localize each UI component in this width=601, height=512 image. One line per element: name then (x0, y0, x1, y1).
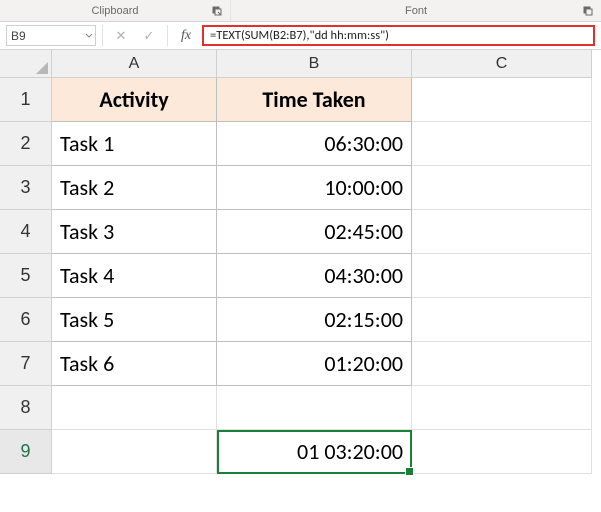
cell-B7[interactable]: 01:20:00 (217, 342, 412, 386)
cell-A8[interactable] (52, 386, 217, 430)
cell-B2[interactable]: 06:30:00 (217, 122, 412, 166)
cell-A2[interactable]: Task 1 (52, 122, 217, 166)
cell-C9[interactable] (412, 430, 592, 474)
cell-C4[interactable] (412, 210, 592, 254)
cell-C5[interactable] (412, 254, 592, 298)
cell-B6[interactable]: 02:15:00 (217, 298, 412, 342)
row-header-4[interactable]: 4 (0, 210, 52, 254)
cell-A3[interactable]: Task 2 (52, 166, 217, 210)
column-headers: A B C (0, 50, 601, 78)
cells-container: Activity Time Taken Task 1 06:30:00 Task… (52, 78, 592, 474)
check-icon: ✓ (144, 28, 155, 44)
ribbon-groups-row: Clipboard Font (0, 0, 601, 22)
fx-icon: fx (181, 28, 191, 44)
chevron-down-icon[interactable] (85, 29, 93, 43)
cell-A9[interactable] (52, 430, 217, 474)
cell-B8[interactable] (217, 386, 412, 430)
formula-bar-text: =TEXT(SUM(B2:B7),"dd hh:mm:ss") (210, 28, 389, 43)
formula-bar-row: B9 ✕ ✓ fx =TEXT(SUM(B2:B7),"dd hh:mm:ss"… (0, 22, 601, 50)
cell-A4[interactable]: Task 3 (52, 210, 217, 254)
worksheet-grid[interactable]: A B C 1 2 3 4 5 6 7 8 9 Activity Time Ta… (0, 50, 601, 474)
formula-bar-input[interactable]: =TEXT(SUM(B2:B7),"dd hh:mm:ss") (202, 25, 595, 46)
cell-B1[interactable]: Time Taken (217, 78, 412, 122)
cell-C1[interactable] (412, 78, 592, 122)
row-header-5[interactable]: 5 (0, 254, 52, 298)
x-icon: ✕ (116, 28, 127, 44)
cell-C8[interactable] (412, 386, 592, 430)
cell-C6[interactable] (412, 298, 592, 342)
row-header-3[interactable]: 3 (0, 166, 52, 210)
cell-A5[interactable]: Task 4 (52, 254, 217, 298)
cell-C3[interactable] (412, 166, 592, 210)
ribbon-group-clipboard: Clipboard (0, 5, 230, 17)
ribbon-group-font: Font (231, 5, 601, 17)
cell-B4[interactable]: 02:45:00 (217, 210, 412, 254)
select-all-button[interactable] (0, 50, 52, 78)
row-headers: 1 2 3 4 5 6 7 8 9 (0, 78, 52, 474)
cell-A1[interactable]: Activity (52, 78, 217, 122)
cell-A6[interactable]: Task 5 (52, 298, 217, 342)
clipboard-dialog-launcher-icon[interactable] (210, 4, 224, 18)
cell-C7[interactable] (412, 342, 592, 386)
name-box[interactable]: B9 (6, 25, 96, 46)
row-header-7[interactable]: 7 (0, 342, 52, 386)
column-header-C[interactable]: C (412, 50, 592, 78)
font-dialog-launcher-icon[interactable] (581, 4, 595, 18)
formula-enter-button[interactable]: ✓ (137, 25, 161, 46)
row-header-1[interactable]: 1 (0, 78, 52, 122)
insert-function-button[interactable]: fx (174, 25, 198, 46)
cell-B9[interactable]: 01 03:20:00 (217, 430, 412, 474)
cell-A7[interactable]: Task 6 (52, 342, 217, 386)
formula-cancel-button[interactable]: ✕ (109, 25, 133, 46)
column-header-B[interactable]: B (217, 50, 412, 78)
cell-C2[interactable] (412, 122, 592, 166)
row-header-6[interactable]: 6 (0, 298, 52, 342)
cell-B5[interactable]: 04:30:00 (217, 254, 412, 298)
cell-B3[interactable]: 10:00:00 (217, 166, 412, 210)
row-header-2[interactable]: 2 (0, 122, 52, 166)
row-header-8[interactable]: 8 (0, 386, 52, 430)
row-header-9[interactable]: 9 (0, 430, 52, 474)
name-box-value: B9 (11, 29, 26, 43)
column-header-A[interactable]: A (52, 50, 217, 78)
